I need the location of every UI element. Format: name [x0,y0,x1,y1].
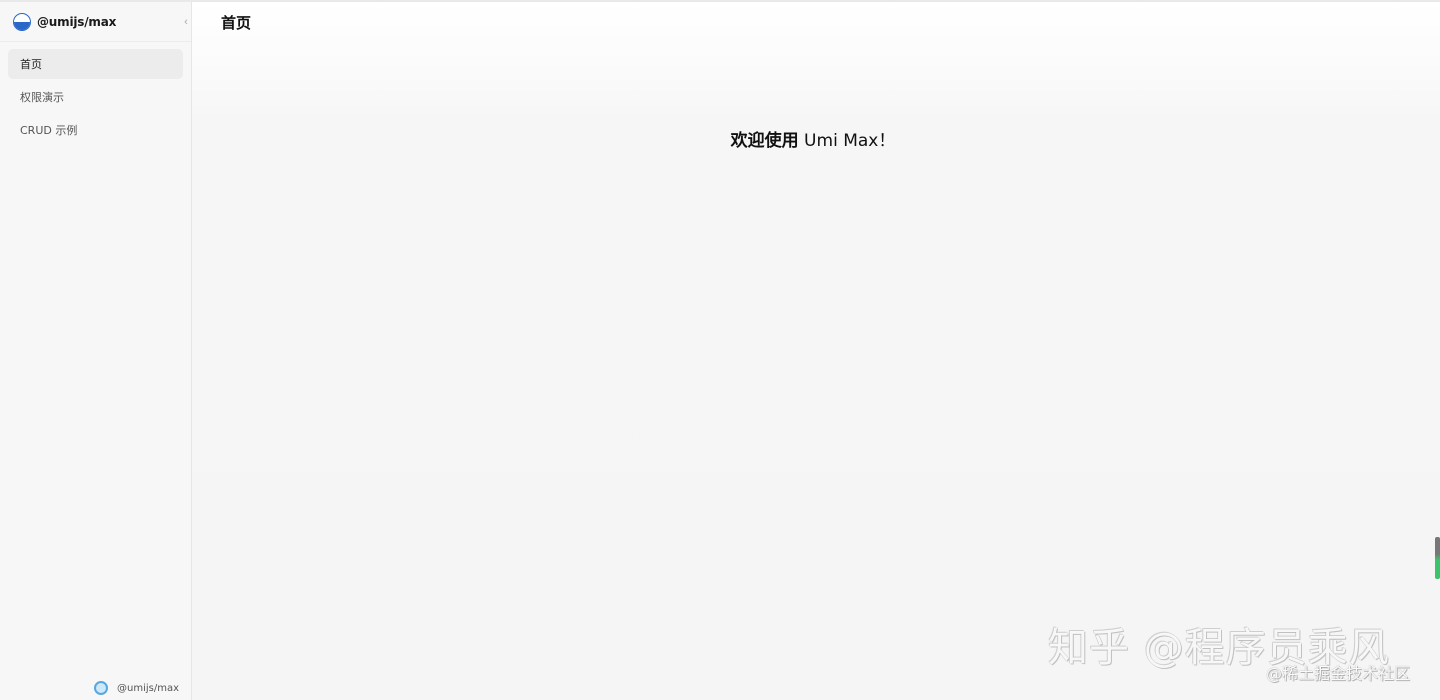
sidebar-footer: @umijs/max [94,681,179,695]
page-header: 首页 [192,2,1440,42]
main-content: 首页 欢迎使用 Umi Max！ [192,2,1440,700]
scrollbar-thumb[interactable] [1435,537,1440,579]
brand-title[interactable]: @umijs/max [37,15,116,29]
watermark-juejin: @稀土掘金技术社区 [1266,664,1411,683]
sidebar-item-home[interactable]: 首页 [8,49,183,79]
collapse-sidebar-icon[interactable]: ‹ [181,16,191,28]
footer-text: @umijs/max [117,682,180,694]
sidebar-item-crud[interactable]: CRUD 示例 [8,115,183,145]
sidebar-item-access[interactable]: 权限演示 [8,82,183,112]
welcome-rest-text: Umi Max！ [798,131,896,151]
umi-logo-icon[interactable] [13,12,31,31]
sidebar-header: @umijs/max ‹ [0,2,191,42]
footer-logo-icon [94,681,108,695]
sidebar-menu: 首页 权限演示 CRUD 示例 [0,42,191,149]
welcome-bold-text: 欢迎使用 [730,131,799,151]
sidebar: @umijs/max ‹ 首页 权限演示 CRUD 示例 @umijs/max [0,2,192,700]
welcome-message: 欢迎使用 Umi Max！ [192,126,1434,151]
page-title: 首页 [221,13,252,32]
